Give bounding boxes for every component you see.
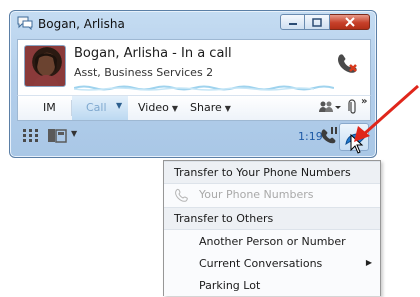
contact-name-status: Bogan, Arlisha - In a call xyxy=(74,46,232,61)
contact-job-title: Asst, Business Services 2 xyxy=(74,66,214,79)
phone-icon xyxy=(175,188,188,202)
minimize-button[interactable] xyxy=(280,14,305,30)
menu-item-label: Parking Lot xyxy=(199,279,261,292)
menu-section-title: Transfer to Your Phone Numbers xyxy=(174,166,351,179)
chevron-down-icon[interactable]: ▼ xyxy=(116,101,122,110)
menu-section-others: Transfer to Others xyxy=(164,207,380,230)
chevron-down-icon[interactable]: ▼ xyxy=(71,129,77,138)
menu-item-another-person[interactable]: Another Person or Number xyxy=(164,231,380,253)
menu-item-your-phone-numbers: Your Phone Numbers xyxy=(164,184,380,206)
call-duration: 1:19 xyxy=(298,130,323,143)
tab-call-label: Call xyxy=(86,101,107,114)
minimize-icon xyxy=(288,23,297,25)
conversation-window: Bogan, Arlisha Bogan, Arlisha - In a cal… xyxy=(9,10,377,158)
tab-call[interactable]: Call ▼ xyxy=(72,96,128,120)
menu-section-phone-numbers: Transfer to Your Phone Numbers xyxy=(164,161,380,184)
tab-video-label: Video xyxy=(138,101,169,114)
menu-item-current-conversations[interactable]: Current Conversations ▶ xyxy=(164,253,380,275)
menu-item-label: Current Conversations xyxy=(199,257,323,270)
annotation-arrow-icon xyxy=(354,84,419,142)
menu-section-title: Transfer to Others xyxy=(174,212,274,225)
title-bar: Bogan, Arlisha xyxy=(10,11,376,37)
window-title: Bogan, Arlisha xyxy=(38,17,125,31)
chevron-down-icon: ▼ xyxy=(224,104,231,113)
close-icon xyxy=(344,17,355,27)
hang-up-icon[interactable] xyxy=(334,50,360,76)
menu-item-label: Another Person or Number xyxy=(199,235,346,248)
contact-card: Bogan, Arlisha - In a call Asst, Busines… xyxy=(17,39,371,96)
conversation-icon xyxy=(17,16,33,30)
dialpad-icon[interactable] xyxy=(23,129,39,142)
transfer-menu: Transfer to Your Phone Numbers Your Phon… xyxy=(163,160,381,296)
tab-share-label: Share xyxy=(190,101,222,114)
avatar[interactable] xyxy=(24,45,66,87)
close-button[interactable] xyxy=(330,14,370,30)
maximize-button[interactable] xyxy=(305,14,330,30)
tab-share[interactable]: Share ▼ xyxy=(190,101,231,114)
tab-im[interactable]: IM xyxy=(43,101,56,114)
contact-photo xyxy=(33,53,59,86)
call-controls-bar: ▼ 1:19 xyxy=(17,122,369,151)
audio-devices-icon[interactable] xyxy=(47,128,67,143)
tab-video[interactable]: Video ▼ xyxy=(138,101,178,114)
maximize-icon xyxy=(312,17,322,27)
submenu-arrow-icon: ▶ xyxy=(365,258,372,267)
menu-item-parking-lot[interactable]: Parking Lot xyxy=(164,275,380,297)
chevron-down-icon: ▼ xyxy=(171,104,178,113)
audio-activity-wave xyxy=(74,85,334,91)
modality-tabs: IM Call ▼ Video ▼ Share ▼ » xyxy=(17,95,371,121)
menu-item-label: Your Phone Numbers xyxy=(199,188,314,201)
caption-buttons xyxy=(280,14,370,32)
